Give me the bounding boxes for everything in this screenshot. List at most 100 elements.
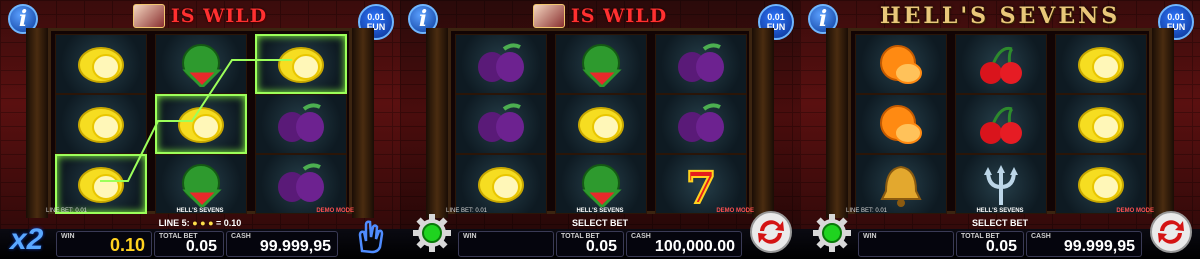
win-box: WIN	[458, 231, 554, 257]
select-bet-label: SELECT BET	[971, 218, 1028, 228]
reel-3	[255, 34, 347, 214]
reel-cell	[955, 94, 1047, 154]
cash-label: CASH	[631, 233, 651, 240]
cash-value: 99.999,95	[1063, 238, 1135, 255]
orange-icon	[880, 105, 922, 144]
lemon-icon	[1078, 107, 1124, 143]
reel-2	[555, 34, 647, 214]
touch-hand-icon[interactable]	[352, 219, 390, 255]
reel-cell	[155, 94, 247, 154]
reel-3: 7	[655, 34, 747, 214]
game-meta: LINE BET: 0.01 HELL'S SEVENS DEMO MODE	[440, 208, 760, 218]
reel-cell	[155, 154, 247, 214]
right-pillar	[752, 28, 774, 218]
game-meta: LINE BET: 0.01 HELL'S SEVENS DEMO MODE	[40, 208, 360, 218]
spin-button[interactable]	[1148, 209, 1194, 255]
game-panel-1: IS WILD i 0.01 FUN LINE BET: 0.01 HELL'S…	[0, 0, 400, 259]
left-pillar	[826, 28, 848, 218]
game-meta: LINE BET: 0.01 HELL'S SEVENS DEMO MODE	[840, 208, 1160, 218]
reel-cell	[655, 94, 747, 154]
game-title: HELL'S SEVENS	[800, 2, 1200, 30]
plum-icon	[278, 103, 324, 142]
total-bet-box: TOTAL BET 0.05	[556, 231, 624, 257]
reel-1	[455, 34, 547, 214]
reel-2	[955, 34, 1047, 214]
total-bet-value: 0.05	[585, 238, 617, 255]
select-bet-label: SELECT BET	[571, 218, 628, 228]
reel-cell	[255, 154, 347, 214]
title-text: IS WILD	[170, 5, 268, 27]
spin-button[interactable]	[748, 209, 794, 255]
total-bet-box: TOTAL BET 0.05	[154, 231, 224, 257]
plum-icon	[678, 103, 724, 142]
cash-value: 100,000.00	[654, 238, 735, 255]
reel-cell	[855, 154, 947, 214]
reel-cell	[255, 34, 347, 94]
game-name-label: HELL'S SEVENS	[576, 208, 624, 214]
settings-gear-icon[interactable]	[412, 213, 452, 253]
lemon-icon	[1078, 167, 1124, 203]
reel-cell	[55, 154, 147, 214]
reel-cell	[155, 34, 247, 94]
cherry-icon	[980, 46, 1022, 84]
cash-label: CASH	[231, 233, 251, 240]
game-name-label: HELL'S SEVENS	[176, 208, 224, 214]
game-panel-2: IS WILD i 0.01 FUN 7 LINE BET: 0.01 HELL…	[400, 0, 800, 259]
line-win-amount: = 0.10	[216, 218, 242, 228]
reel-1	[855, 34, 947, 214]
character-portrait-icon	[132, 4, 165, 28]
lemon-icon	[578, 107, 624, 143]
lemon-icon: ● ● ●	[192, 218, 214, 228]
reel-cell	[455, 94, 547, 154]
bell-icon	[880, 165, 922, 207]
reel-cell	[855, 34, 947, 94]
cash-label: CASH	[1031, 233, 1051, 240]
watermelon-icon	[582, 164, 622, 207]
cash-box: CASH 99.999,95	[1026, 231, 1142, 257]
win-box: WIN 0.10	[56, 231, 152, 257]
plum-icon	[478, 43, 524, 82]
watermelon-icon	[582, 44, 622, 87]
lemon-icon	[78, 167, 124, 203]
line-label: LINE 5:	[158, 218, 190, 228]
left-pillar	[426, 28, 448, 218]
multiplier-badge: x2	[10, 223, 44, 256]
character-portrait-icon	[532, 4, 565, 28]
game-title: IS WILD	[400, 2, 800, 30]
win-label: WIN	[61, 233, 75, 240]
plum-icon	[278, 163, 324, 202]
cash-value: 99.999,95	[259, 238, 331, 255]
screenshot-strip: IS WILD i 0.01 FUN LINE BET: 0.01 HELL'S…	[0, 0, 1200, 259]
coin-value: 0.01	[767, 12, 785, 22]
watermelon-icon	[182, 44, 222, 87]
plum-icon	[478, 103, 524, 142]
reel-cell	[55, 34, 147, 94]
left-pillar	[26, 28, 48, 218]
plum-icon	[678, 43, 724, 82]
watermelon-icon	[182, 164, 222, 207]
win-box: WIN	[858, 231, 954, 257]
reel-cell	[855, 94, 947, 154]
lemon-icon	[78, 47, 124, 83]
cash-box: CASH 100,000.00	[626, 231, 742, 257]
reel-cell	[1055, 94, 1147, 154]
coin-value: 0.01	[367, 12, 385, 22]
reel-cell	[955, 154, 1047, 214]
settings-gear-icon[interactable]	[812, 213, 852, 253]
seven-icon: 7	[685, 162, 718, 207]
total-bet-value: 0.05	[185, 238, 217, 255]
reel-cell	[555, 154, 647, 214]
right-pillar	[1152, 28, 1174, 218]
win-line-status: LINE 5: ● ● ● = 0.10	[0, 218, 400, 228]
total-bet-value: 0.05	[985, 238, 1017, 255]
reel-cell: 7	[655, 154, 747, 214]
lemon-icon	[278, 47, 324, 83]
trident-icon	[984, 165, 1018, 205]
game-panel-3: HELL'S SEVENS i 0.01 FUN LINE BET: 0.01 …	[800, 0, 1200, 259]
orange-icon	[880, 45, 922, 84]
demo-mode-label: DEMO MODE	[316, 208, 354, 214]
reel-cell	[555, 34, 647, 94]
reel-cell	[1055, 34, 1147, 94]
reel-frame: 7	[448, 28, 752, 214]
reel-cell	[1055, 154, 1147, 214]
